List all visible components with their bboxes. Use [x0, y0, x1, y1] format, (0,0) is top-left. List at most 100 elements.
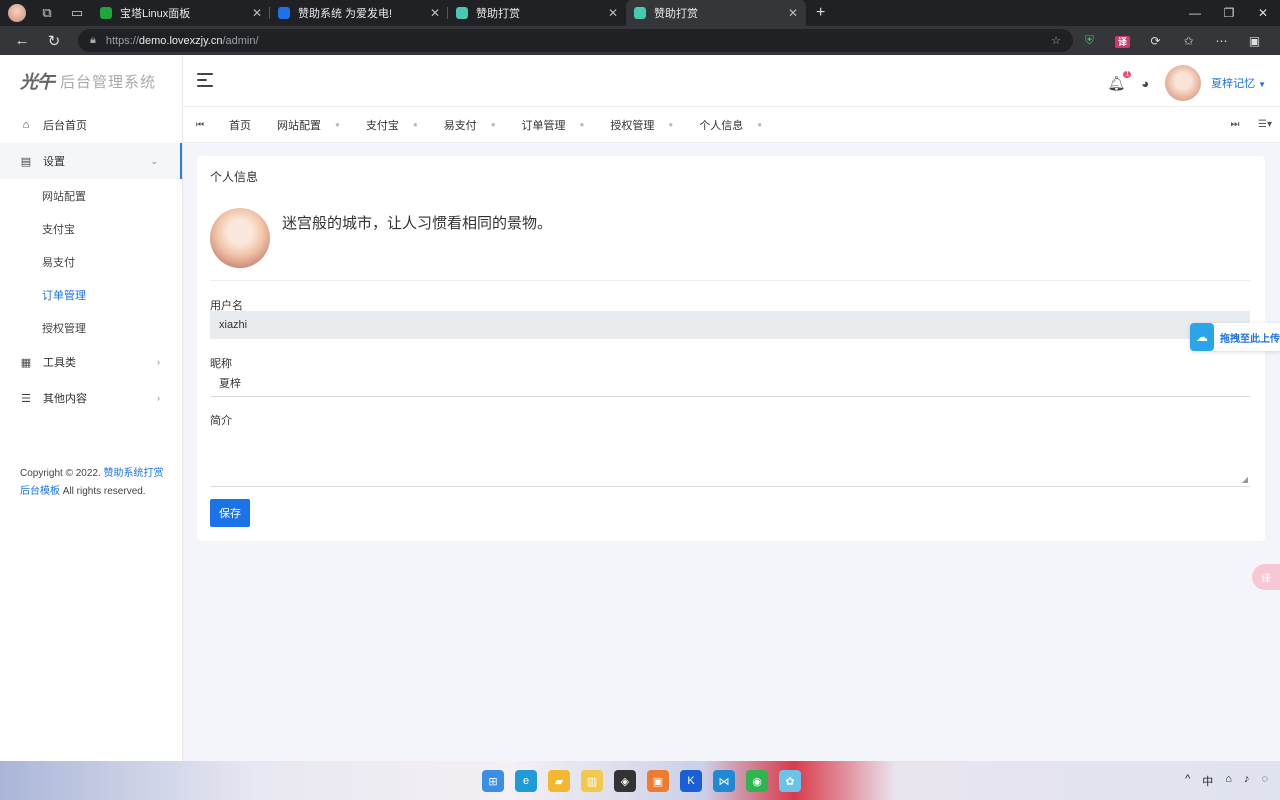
close-icon[interactable]: ✕ [252, 6, 262, 20]
cloud-upload-icon: ☁ [1190, 323, 1214, 351]
resize-handle-icon[interactable]: ◢ [1242, 475, 1248, 484]
user-menu[interactable]: 夏梓记忆 ▼ [1211, 75, 1266, 91]
sidebar-subitem-alipay[interactable]: 支付宝 [0, 212, 182, 245]
palette-icon[interactable]: ◕ [1141, 76, 1149, 91]
page-tab-label: 授权管理 [610, 119, 655, 132]
restore-icon[interactable]: ❐ [1212, 6, 1246, 20]
favorites-icon[interactable]: ✩ [1172, 34, 1205, 48]
translate-float-button[interactable]: 译 [1252, 564, 1280, 590]
intro-textarea[interactable]: ◢ [210, 427, 1250, 487]
menu-toggle-icon[interactable] [197, 73, 213, 91]
taskbar-apps: ⊞ e ▰ ▥ ◈ ▣ K ⋈ ◉ ✿ [482, 770, 812, 792]
more-icon[interactable]: ⋯ [1205, 34, 1238, 48]
browser-tab[interactable]: 赞助系统 为爱发电! ✕ [270, 0, 448, 26]
settings-icon: ▤ [20, 155, 32, 168]
intro-label: 简介 [210, 415, 232, 427]
bell-icon[interactable]: 🔔︎ 1 [1107, 70, 1132, 92]
minimize-icon[interactable]: — [1178, 6, 1212, 20]
sidebar-item-tools[interactable]: ▦ 工具类 › [0, 344, 182, 380]
scroll-left-icon[interactable]: ⏮ [183, 119, 217, 130]
sidebar-item-dashboard[interactable]: ⌂ 后台首页 [0, 107, 182, 143]
sidebar-item-label: 工具类 [43, 357, 76, 369]
sidebar-subitem-license[interactable]: 授权管理 [0, 311, 182, 344]
cloud-app-icon[interactable]: ✿ [779, 770, 801, 792]
tab-actions-icon[interactable]: ▭ [62, 0, 92, 26]
vm-app-icon[interactable]: ▣ [647, 770, 669, 792]
tab-label: 赞助打赏 [654, 8, 698, 20]
bookmark-star-icon[interactable]: ☆ [1051, 34, 1061, 47]
sidebar-subitem-site-config[interactable]: 网站配置 [0, 179, 182, 212]
upload-drop-widget[interactable]: ☁ 拖拽至此上传 [1190, 323, 1280, 351]
profile-avatar[interactable] [8, 4, 26, 22]
close-icon[interactable]: ✕ [608, 6, 618, 20]
page-tab-epay[interactable]: 易支付 ● [432, 117, 510, 133]
k-app-icon[interactable]: K [680, 770, 702, 792]
close-icon[interactable]: ● [757, 120, 762, 129]
sidebar-item-settings[interactable]: ▤ 设置 ⌄ [0, 143, 182, 179]
close-icon[interactable]: ● [668, 120, 673, 129]
tray-expand-icon[interactable]: ^ [1185, 773, 1190, 789]
cube-app-icon[interactable]: ◈ [614, 770, 636, 792]
topbar: 🔔︎ 1 ◕ 夏梓记忆 ▼ [183, 55, 1280, 107]
vscode-icon[interactable]: ⋈ [713, 770, 735, 792]
close-icon[interactable]: ● [413, 120, 418, 129]
page-tab-profile[interactable]: 个人信息 ● [687, 117, 776, 133]
volume-icon[interactable]: ♪ [1244, 773, 1250, 789]
ime-indicator[interactable]: 中 [1202, 773, 1213, 789]
save-button[interactable]: 保存 [210, 499, 250, 527]
page-tab-label: 首页 [229, 119, 251, 132]
avatar[interactable] [1165, 65, 1202, 101]
close-icon[interactable]: ● [335, 120, 340, 129]
chevron-right-icon: › [157, 357, 160, 367]
nickname-field[interactable]: 夏梓 [210, 369, 1250, 397]
browser-tab[interactable]: 宝塔Linux面板 ✕ [92, 0, 270, 26]
motto-text: 迷宫般的城市，让人习惯看相同的景物。 [282, 215, 553, 232]
brand-name: 后台管理系统 [60, 73, 157, 91]
close-icon[interactable]: ✕ [788, 6, 798, 20]
tab-label: 赞助系统 为爱发电! [298, 8, 393, 20]
sidebar-toggle-icon[interactable]: ▣ [1238, 34, 1271, 48]
new-tab-button[interactable]: + [806, 4, 835, 22]
close-icon[interactable]: ● [580, 120, 585, 129]
start-icon[interactable]: ⊞ [482, 770, 504, 792]
notifications-icon[interactable]: ◌ [1261, 773, 1268, 789]
workspaces-icon[interactable]: ⧉ [32, 0, 62, 26]
edge-icon[interactable]: e [515, 770, 537, 792]
page-tab-home[interactable]: 首页 [217, 117, 265, 133]
reload-icon[interactable]: ↻ [38, 32, 70, 50]
scroll-right-icon[interactable]: ⏭ [1220, 119, 1250, 130]
page-tab-alipay[interactable]: 支付宝 ● [354, 117, 432, 133]
browser-tab[interactable]: 赞助打赏 ✕ [448, 0, 626, 26]
close-icon[interactable]: ● [491, 120, 496, 129]
page-tab-label: 订单管理 [521, 119, 566, 132]
folder-icon[interactable]: ▰ [548, 770, 570, 792]
sidebar-item-label: 其他内容 [43, 393, 87, 405]
tabs-menu-icon[interactable]: ☰▾ [1250, 119, 1280, 130]
brand[interactable]: 光午 后台管理系统 [0, 55, 182, 107]
url-input[interactable]: 🔒︎ https://demo.lovexzjy.cn/admin/ ☆ [78, 29, 1073, 52]
page-tab-orders[interactable]: 订单管理 ● [510, 117, 599, 133]
close-icon[interactable]: ✕ [430, 6, 440, 20]
page-tab-license[interactable]: 授权管理 ● [598, 117, 687, 133]
settings-submenu: 网站配置 支付宝 易支付 订单管理 授权管理 [0, 179, 182, 344]
sidebar-subitem-orders[interactable]: 订单管理 [0, 278, 182, 311]
shield-extension-icon[interactable]: ⛨ [1073, 33, 1106, 48]
network-icon[interactable]: ⌂ [1225, 773, 1232, 789]
close-window-icon[interactable]: ✕ [1246, 6, 1280, 20]
page-tab-site-config[interactable]: 网站配置 ● [265, 117, 354, 133]
browser-tab-active[interactable]: 赞助打赏 ✕ [626, 0, 806, 26]
url-scheme: https:// [105, 34, 139, 47]
back-icon[interactable]: ← [6, 32, 38, 49]
copyright-prefix: Copyright © 2022. [20, 468, 101, 479]
sidebar-subitem-epay[interactable]: 易支付 [0, 245, 182, 278]
caret-down-icon: ▼ [1258, 80, 1266, 89]
translate-extension-icon[interactable]: 译 [1106, 34, 1139, 48]
sidebar-item-other[interactable]: ☰ 其他内容 › [0, 380, 182, 416]
list-icon: ☰ [21, 392, 31, 405]
page-tabs-actions: ⏭ ☰▾ [1220, 119, 1280, 130]
notification-badge: 1 [1123, 70, 1132, 78]
notes-icon[interactable]: ▥ [581, 770, 603, 792]
wechat-icon[interactable]: ◉ [746, 770, 768, 792]
username-field[interactable]: xiazhi [210, 311, 1250, 339]
sync-icon[interactable]: ⟳ [1139, 34, 1172, 48]
